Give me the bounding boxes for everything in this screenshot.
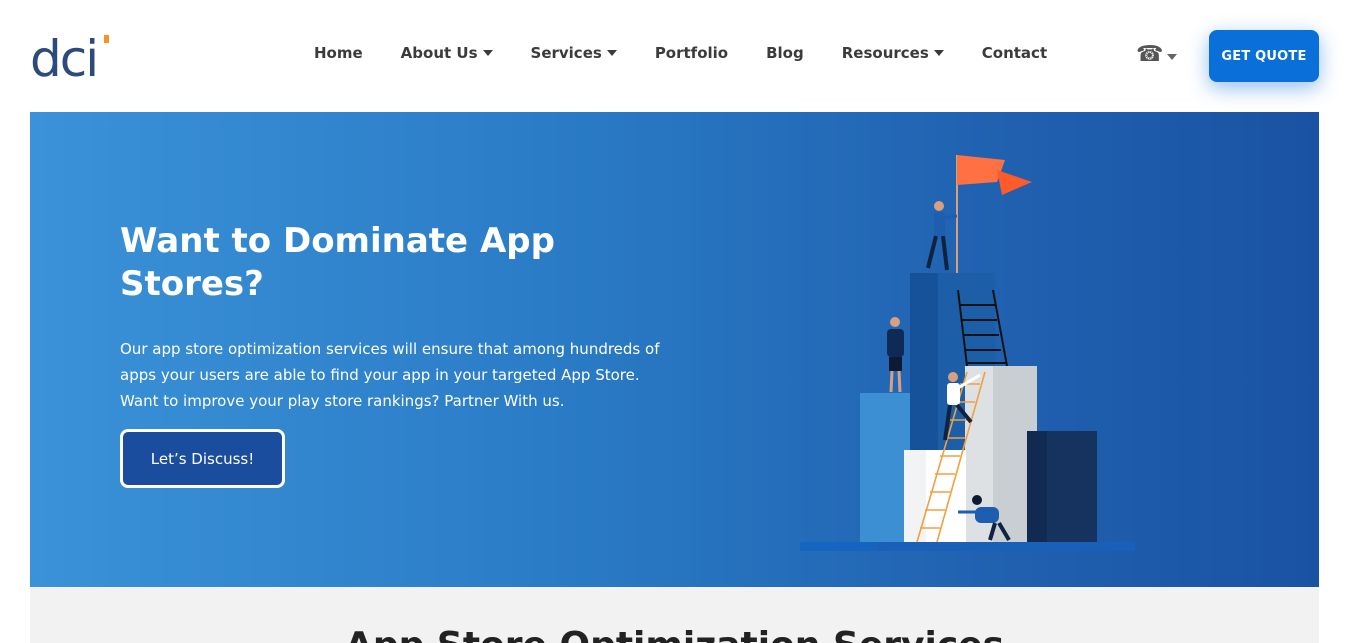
main-nav: Home About Us Services Portfolio Blog Re… (314, 44, 1047, 62)
climbing-success-illustration (800, 155, 1135, 551)
nav-services[interactable]: Services (531, 44, 617, 62)
site-header: dci Home About Us Services Portfolio Blo… (0, 0, 1366, 112)
hero-description: Our app store optimization services will… (120, 340, 660, 410)
nav-about-us[interactable]: About Us (401, 44, 493, 62)
lets-discuss-button[interactable]: Let’s Discuss! (120, 429, 285, 488)
nav-contact[interactable]: Contact (982, 44, 1047, 62)
nav-resources-label: Resources (841, 44, 929, 62)
nav-portfolio-label: Portfolio (654, 44, 729, 62)
caret-down-icon (606, 50, 617, 56)
nav-blog[interactable]: Blog (766, 44, 804, 62)
person-top-icon (926, 201, 958, 271)
nav-resources[interactable]: Resources (842, 44, 944, 62)
phone-icon: ☎ (1136, 42, 1164, 67)
caret-down-icon (1167, 54, 1178, 60)
nav-portfolio[interactable]: Portfolio (655, 44, 728, 62)
nav-blog-label: Blog (766, 44, 804, 62)
hero-title: Want to Dominate App Stores? (120, 221, 555, 304)
flag-icon (957, 155, 1005, 185)
caret-down-icon (482, 50, 493, 56)
person-standing-icon (887, 317, 904, 393)
nav-home-label: Home (314, 44, 363, 62)
caret-down-icon (933, 50, 944, 56)
phone-dropdown[interactable]: ☎ (1136, 42, 1178, 67)
services-section: App Store Optimization Services (30, 587, 1319, 643)
nav-contact-label: Contact (981, 44, 1048, 62)
nav-services-label: Services (530, 44, 602, 62)
hero-banner: Want to Dominate App Stores? Our app sto… (30, 112, 1319, 587)
dci-logo[interactable]: dci (30, 30, 112, 80)
nav-about-us-label: About Us (400, 44, 478, 62)
get-quote-button[interactable]: GET QUOTE (1209, 30, 1319, 82)
services-section-title: App Store Optimization Services (30, 625, 1319, 643)
logo-text: dci (30, 30, 97, 80)
nav-home[interactable]: Home (314, 44, 363, 62)
